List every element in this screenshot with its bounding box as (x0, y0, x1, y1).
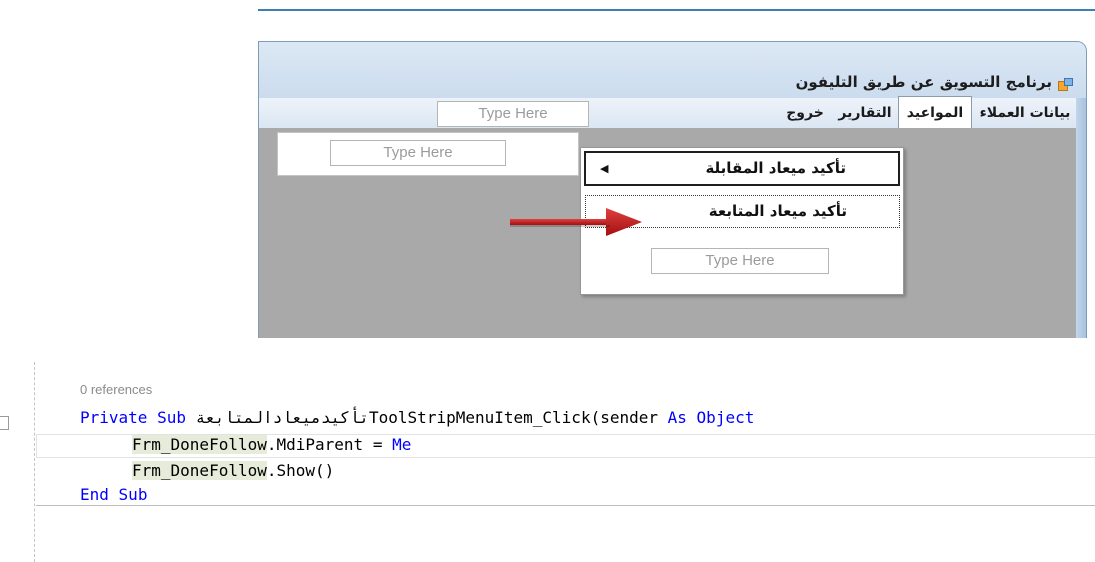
codelens-references[interactable]: 0 references (80, 382, 152, 397)
collapse-toggle[interactable] (0, 416, 9, 430)
menu-customers[interactable]: بيانات العملاء (974, 98, 1076, 128)
red-arrow-icon (510, 208, 642, 236)
dropdown-type-here-field[interactable]: Type Here (651, 248, 829, 274)
form-titlebar: برنامج التسويق عن طريق التليفون (259, 42, 1086, 98)
menu-item-label: تأكيد ميعاد المقابلة (705, 159, 846, 177)
menu-exit[interactable]: خروج (778, 98, 832, 128)
submenu-arrow-icon: ◀ (600, 162, 609, 175)
form-title: برنامج التسويق عن طريق التليفون (795, 73, 1052, 91)
code-line-end-sub: End Sub (80, 485, 148, 504)
menu-strip: بيانات العملاء المواعيد التقارير خروج Ty… (259, 96, 1076, 130)
designer-top-border (258, 9, 1095, 11)
submenu-panel: Type Here (277, 132, 579, 176)
menu-reports[interactable]: التقارير (832, 98, 898, 128)
form-icon (1058, 78, 1073, 91)
method-separator (36, 505, 1095, 506)
menu-appointments[interactable]: المواعيد (898, 96, 972, 130)
code-line-sub-declaration: Private Sub تأكيدميعادالمتابعةToolStripM… (80, 408, 755, 427)
menu-item-label: تأكيد ميعاد المتابعة (708, 202, 847, 220)
code-line-show: Frm_DoneFollow.Show() (132, 461, 335, 480)
code-editor: 0 references Private Sub تأكيدميعادالمتا… (0, 362, 1095, 562)
method-name: تأكيدميعادالمتابعةToolStripMenuItem_Clic… (195, 408, 658, 427)
menu-item-confirm-interview[interactable]: تأكيد ميعاد المقابلة ◀ (584, 151, 900, 186)
submenu-type-here-field[interactable]: Type Here (330, 140, 506, 166)
form-designer: برنامج التسويق عن طريق التليفون بيانات ا… (258, 0, 1095, 338)
editor-gutter (34, 362, 35, 562)
code-line-mdiparent: Frm_DoneFollow.MdiParent = Me (132, 435, 412, 454)
menu-type-here-field[interactable]: Type Here (437, 101, 589, 127)
